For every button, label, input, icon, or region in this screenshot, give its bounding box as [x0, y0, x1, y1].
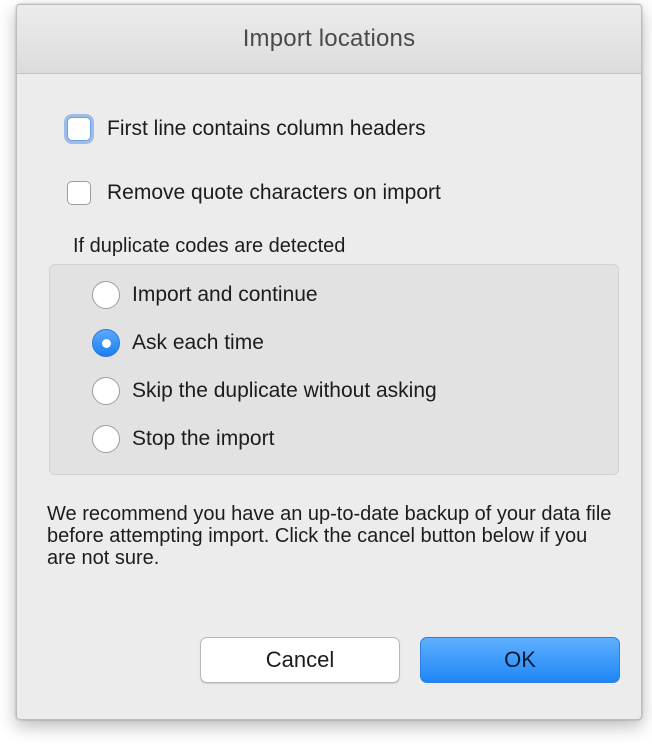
remove-quotes-option[interactable]: Remove quote characters on import: [67, 181, 441, 205]
first-line-headers-label[interactable]: First line contains column headers: [107, 117, 426, 141]
radio-ask-each-time[interactable]: Ask each time: [92, 329, 264, 357]
first-line-headers-checkbox[interactable]: [67, 117, 91, 141]
radio-import-and-continue[interactable]: Import and continue: [92, 281, 318, 309]
ok-button[interactable]: OK: [420, 637, 620, 683]
import-dialog: Import locations First line contains col…: [16, 4, 642, 720]
radio-button-selected[interactable]: [92, 329, 120, 357]
radio-label[interactable]: Import and continue: [132, 283, 318, 307]
radio-button[interactable]: [92, 377, 120, 405]
remove-quotes-label[interactable]: Remove quote characters on import: [107, 181, 441, 205]
first-line-headers-option[interactable]: First line contains column headers: [67, 117, 426, 141]
radio-dot-icon: [101, 338, 111, 348]
duplicates-group: Import and continue Ask each time Skip t…: [49, 264, 619, 475]
radio-button[interactable]: [92, 281, 120, 309]
cancel-button[interactable]: Cancel: [200, 637, 400, 683]
title-bar: Import locations: [17, 5, 641, 74]
duplicates-caption: If duplicate codes are detected: [73, 235, 346, 257]
remove-quotes-checkbox[interactable]: [67, 181, 91, 205]
radio-button[interactable]: [92, 425, 120, 453]
radio-stop-import[interactable]: Stop the import: [92, 425, 274, 453]
backup-recommendation-text: We recommend you have an up-to-date back…: [47, 503, 612, 569]
radio-label[interactable]: Skip the duplicate without asking: [132, 379, 437, 403]
radio-skip-duplicate[interactable]: Skip the duplicate without asking: [92, 377, 437, 405]
radio-label[interactable]: Ask each time: [132, 331, 264, 355]
dialog-title: Import locations: [242, 25, 416, 52]
radio-label[interactable]: Stop the import: [132, 427, 274, 451]
